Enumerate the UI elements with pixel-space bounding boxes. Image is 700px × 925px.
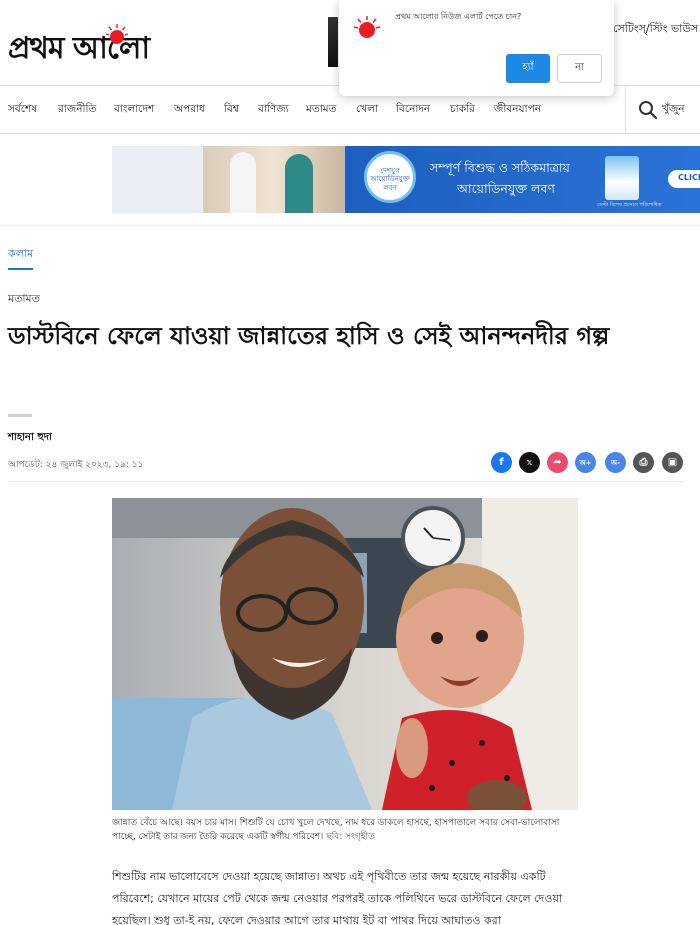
prothom-alo-logo[interactable]: প্রথম আলো xyxy=(8,18,213,66)
search-button[interactable]: খুঁজুন xyxy=(625,86,700,133)
header-thumbnail[interactable] xyxy=(328,17,338,67)
nav-item-lifestyle[interactable]: জীবনযাপন xyxy=(494,102,541,119)
ad-subline: আয়োডিনযুক্ত লবণ xyxy=(457,181,555,196)
nav-item-sports[interactable]: খেলা xyxy=(356,102,378,119)
x-twitter-icon[interactable]: 𝕏 xyxy=(519,452,540,473)
ad-pack-caption: ডেল্টা বিশেষ প্রসেসে পরিশোধিত xyxy=(597,202,662,208)
ad-person-man xyxy=(230,152,256,213)
notification-yes-button[interactable]: হ্যাঁ xyxy=(506,54,550,83)
ad-person-woman xyxy=(285,154,313,213)
share-icon[interactable]: ➦ xyxy=(547,452,568,473)
notification-prompt: প্রথম আলোর নিউজ এলার্ট পেতে চান? হ্যাঁ ন… xyxy=(339,0,614,96)
nav-item-business[interactable]: বাণিজ্য xyxy=(258,102,289,119)
divider xyxy=(0,225,700,226)
nav-item-opinion[interactable]: মতামত xyxy=(306,102,336,119)
facebook-icon[interactable]: f xyxy=(491,452,512,473)
article-photo[interactable] xyxy=(112,498,578,810)
photo-caption: জান্নাত বেঁচে আছে। বয়স চার মাস। শিশুটি … xyxy=(112,816,582,844)
header-right-link[interactable]: সেটিংস্/স্টিং ভাউস xyxy=(613,20,698,39)
nav-item-politics[interactable]: রাজনীতি xyxy=(58,102,96,119)
search-icon xyxy=(639,101,658,120)
section-tag-column[interactable]: কলাম xyxy=(8,245,34,270)
meta-divider xyxy=(8,481,684,482)
article-author[interactable]: শাহানা হুদা xyxy=(8,430,52,447)
print-icon[interactable]: ⎙ xyxy=(633,452,654,473)
article-updated-time: আপডেট: ২৪ জুলাই ২০২৩, ১৯: ১১ xyxy=(8,460,144,470)
article-headline: ডাস্টবিনে ফেলে যাওয়া জান্নাতের হাসি ও স… xyxy=(8,322,610,350)
nav-item-latest[interactable]: সর্বশেষ xyxy=(8,102,37,119)
ad-brand-badge: দেশযুগ আয়োডিনযুক্ত লবণ xyxy=(364,151,416,203)
article-body: শিশুটির নাম ভালোবেসে দেওয়া হয়েছে জান্ন… xyxy=(112,870,563,925)
photo-illustration xyxy=(112,498,578,810)
nav-item-jobs[interactable]: চাকরি xyxy=(450,102,475,119)
ad-image xyxy=(203,146,345,213)
prothom-alo-sun-icon xyxy=(353,16,381,38)
nav-item-world[interactable]: বিশ্ব xyxy=(224,102,239,119)
notification-message: প্রথম আলোর নিউজ এলার্ট পেতে চান? xyxy=(395,12,522,21)
font-increase-icon[interactable]: অ+ xyxy=(575,452,596,473)
logo-sun-icon xyxy=(105,24,129,44)
bookmark-icon[interactable]: ▣ xyxy=(662,452,683,473)
ad-click-button[interactable]: CLICK H xyxy=(668,170,700,188)
nav-item-crime[interactable]: অপরাধ xyxy=(174,102,205,119)
search-label: খুঁজুন xyxy=(662,103,685,115)
author-divider xyxy=(8,414,32,417)
ad-headline: সম্পূর্ণ বিশুদ্ধ ও সঠিকমাত্রায় xyxy=(430,160,570,175)
notification-no-button[interactable]: না xyxy=(557,54,602,83)
salt-pack-image xyxy=(605,156,639,200)
nav-item-entertainment[interactable]: বিনোদন xyxy=(396,102,430,119)
ad-banner[interactable]: দেশযুগ আয়োডিনযুক্ত লবণ সম্পূর্ণ বিশুদ্ধ… xyxy=(112,146,700,213)
font-decrease-icon[interactable]: অ- xyxy=(605,452,626,473)
nav-item-bangladesh[interactable]: বাংলাদেশ xyxy=(114,102,154,119)
photo-credit: ছবি: সংগৃহীত xyxy=(326,832,375,842)
article-category[interactable]: মতামত xyxy=(8,290,40,309)
